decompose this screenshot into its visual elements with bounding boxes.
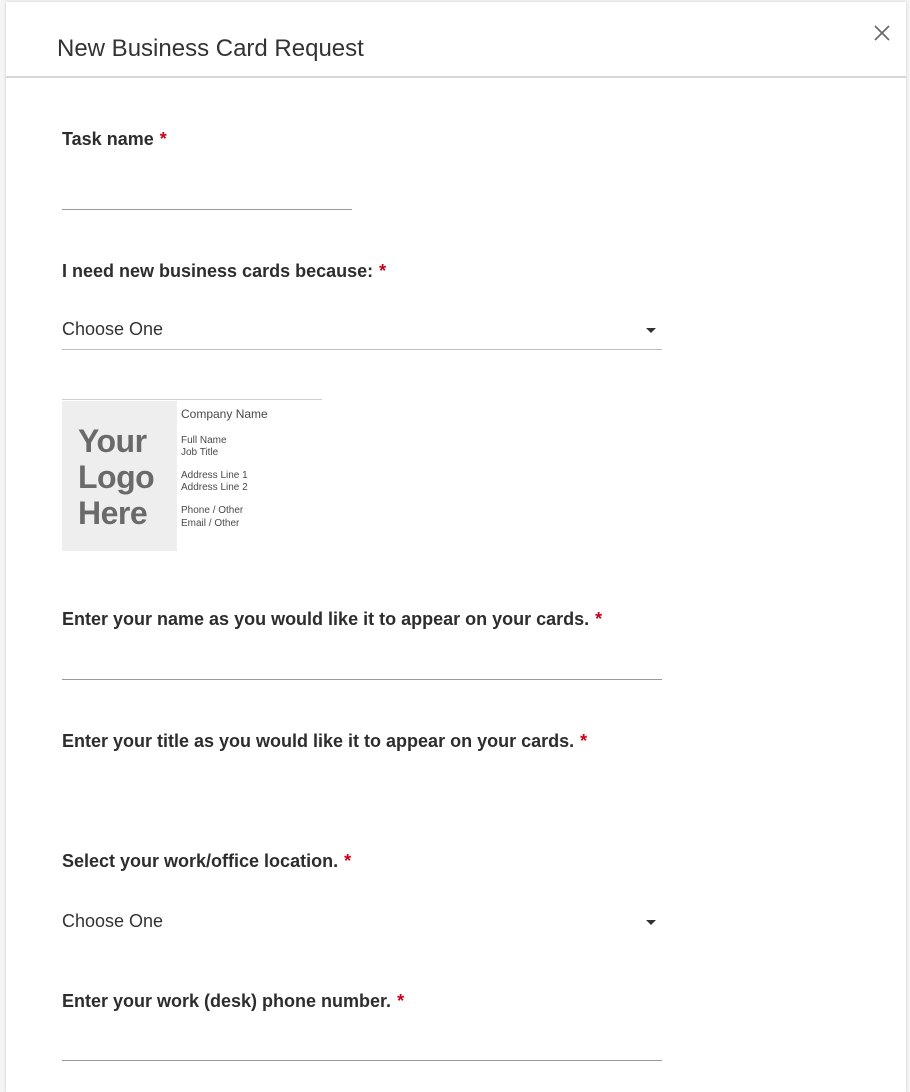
- reason-select[interactable]: Choose One: [62, 313, 662, 350]
- required-marker: *: [397, 991, 405, 1011]
- phone-input[interactable]: [62, 1030, 662, 1061]
- business-card-preview: Your Logo Here Company Name Full Name Jo…: [62, 399, 322, 552]
- title-label: Enter your title as you would like it to…: [62, 731, 587, 752]
- card-full-name: Full Name: [181, 435, 227, 446]
- required-marker: *: [595, 609, 603, 629]
- required-marker: *: [580, 731, 588, 751]
- required-marker: *: [379, 261, 387, 281]
- reason-label: I need new business cards because: *: [62, 261, 386, 282]
- name-label: Enter your name as you would like it to …: [62, 609, 602, 630]
- name-label-text: Enter your name as you would like it to …: [62, 609, 590, 629]
- dialog-title: New Business Card Request: [57, 35, 364, 62]
- card-company-name: Company Name: [181, 407, 268, 421]
- close-icon: [874, 25, 890, 41]
- card-job-title: Job Title: [181, 447, 219, 458]
- logo-line: Logo: [78, 459, 155, 495]
- reason-label-text: I need new business cards because:: [62, 261, 374, 281]
- caret-down-icon: [646, 328, 656, 333]
- card-address-2: Address Line 2: [181, 482, 248, 493]
- caret-down-icon: [646, 920, 656, 925]
- required-marker: *: [344, 851, 352, 871]
- dialog-header: New Business Card Request: [6, 2, 906, 78]
- location-label-text: Select your work/office location.: [62, 851, 339, 871]
- title-input[interactable]: [62, 771, 662, 802]
- logo-placeholder: Your Logo Here: [62, 401, 177, 551]
- task-name-label: Task name *: [62, 129, 167, 150]
- location-select[interactable]: Choose One: [62, 905, 662, 941]
- logo-line: Your: [78, 423, 147, 459]
- logo-placeholder-text: Your Logo Here: [78, 423, 155, 531]
- close-button[interactable]: [872, 23, 892, 43]
- location-select-value: Choose One: [62, 911, 164, 931]
- phone-label: Enter your work (desk) phone number. *: [62, 991, 404, 1012]
- task-name-input[interactable]: [62, 179, 352, 210]
- card-address-1: Address Line 1: [181, 470, 248, 481]
- card-phone: Phone / Other: [181, 505, 244, 516]
- logo-line: Here: [78, 495, 148, 531]
- name-input[interactable]: [62, 649, 662, 680]
- phone-label-text: Enter your work (desk) phone number.: [62, 991, 392, 1011]
- title-label-text: Enter your title as you would like it to…: [62, 731, 575, 751]
- business-card-dialog: New Business Card Request Task name * I n…: [6, 2, 906, 1092]
- reason-select-value: Choose One: [62, 319, 164, 339]
- task-name-label-text: Task name: [62, 129, 154, 149]
- location-label: Select your work/office location. *: [62, 851, 351, 872]
- required-marker: *: [159, 129, 167, 149]
- card-email: Email / Other: [181, 518, 240, 529]
